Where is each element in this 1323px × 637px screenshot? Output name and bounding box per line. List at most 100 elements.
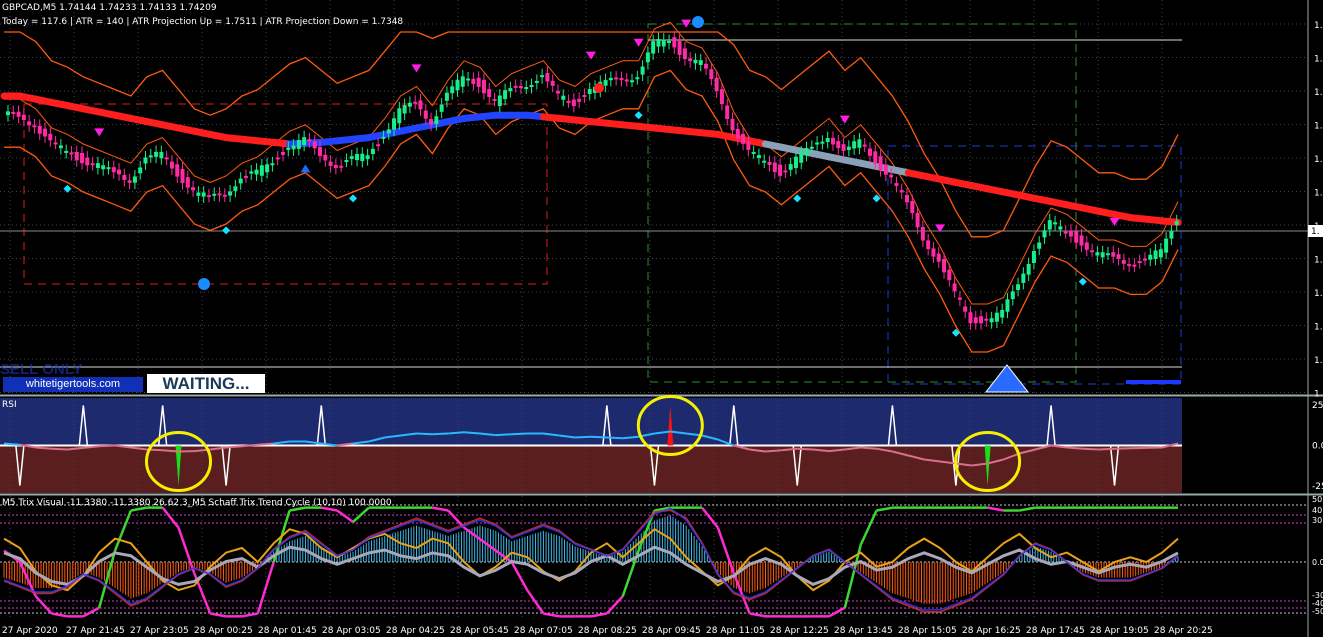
- candle: [360, 153, 365, 162]
- candle: [254, 169, 259, 175]
- candle: [185, 177, 190, 188]
- candle: [450, 86, 455, 94]
- candle: [783, 170, 788, 173]
- candle: [74, 151, 79, 161]
- candle: [524, 87, 529, 90]
- time-tick-label: 28 Apr 13:45: [834, 626, 893, 636]
- time-tick-label: 28 Apr 01:45: [258, 626, 317, 636]
- candle: [693, 59, 698, 64]
- candle: [1132, 264, 1137, 267]
- candle: [545, 72, 550, 82]
- candle: [772, 162, 777, 173]
- candle: [1010, 291, 1015, 300]
- candle: [169, 161, 174, 169]
- candle: [407, 102, 412, 107]
- candle: [1026, 264, 1031, 275]
- time-tick-label: 28 Apr 20:25: [1154, 626, 1213, 636]
- candle: [381, 136, 386, 139]
- time-tick-label: 27 Apr 23:05: [130, 626, 189, 636]
- trading-chart[interactable]: 1.1.1.1.1.1.1.1.1.1.1.1.1.250.0-25504030…: [0, 0, 1323, 637]
- candle: [709, 69, 714, 80]
- candle: [455, 79, 460, 91]
- candle: [714, 77, 719, 92]
- candle: [222, 194, 227, 197]
- candle: [603, 80, 608, 86]
- candle: [180, 168, 185, 184]
- candle: [799, 152, 804, 163]
- candle: [1090, 250, 1095, 253]
- candle: [127, 180, 132, 183]
- candle: [1121, 260, 1126, 264]
- rsi-line-segment: [99, 444, 116, 448]
- price-tick-label: 1.: [1314, 88, 1323, 98]
- candle: [830, 137, 835, 145]
- candle: [825, 138, 830, 143]
- candle: [386, 129, 391, 134]
- candle: [259, 165, 264, 176]
- time-tick-label: 28 Apr 15:05: [898, 626, 957, 636]
- candle: [196, 192, 201, 196]
- current-price-label: 1.: [1311, 227, 1320, 237]
- candle: [1042, 230, 1047, 238]
- candle: [487, 89, 492, 97]
- candle: [1111, 252, 1116, 257]
- candle: [577, 98, 582, 102]
- rsi-line-segment: [51, 447, 68, 451]
- brand-link[interactable]: whitetigertools.com: [3, 377, 143, 392]
- rsi-line-segment: [226, 445, 243, 449]
- candle: [841, 144, 846, 151]
- price-tick-label: 1.: [1314, 356, 1323, 366]
- candle: [1005, 299, 1010, 312]
- candle: [1037, 242, 1042, 249]
- candle: [27, 121, 32, 126]
- candle: [656, 39, 661, 47]
- candle: [640, 66, 645, 75]
- time-tick-label: 28 Apr 00:25: [194, 626, 253, 636]
- rsi-line-segment: [257, 442, 274, 446]
- candle: [355, 154, 360, 161]
- candle: [101, 165, 106, 170]
- time-tick-label: 28 Apr 11:05: [706, 626, 765, 636]
- candle: [725, 105, 730, 120]
- candle: [333, 164, 338, 168]
- candle: [21, 114, 26, 120]
- candle: [566, 100, 571, 103]
- candle: [894, 183, 899, 186]
- candle: [413, 101, 418, 104]
- candle: [867, 148, 872, 156]
- candle: [1164, 238, 1169, 253]
- candle: [534, 80, 539, 84]
- candle: [651, 41, 656, 54]
- candle: [926, 240, 931, 250]
- candle: [164, 157, 169, 160]
- candle: [1169, 231, 1174, 239]
- candle: [952, 283, 957, 292]
- candle: [1142, 258, 1147, 261]
- target-bar: [1126, 380, 1181, 384]
- candle: [191, 187, 196, 191]
- candle: [1100, 252, 1105, 258]
- candle: [111, 167, 116, 173]
- price-tick-label: 1.: [1314, 21, 1323, 31]
- trix-axis-label: 50: [1312, 495, 1322, 504]
- candle: [143, 157, 148, 164]
- price-tick-label: 1.: [1314, 55, 1323, 65]
- candle: [984, 318, 989, 321]
- candle: [1158, 249, 1163, 258]
- candle: [1105, 253, 1110, 256]
- candle: [1127, 264, 1132, 267]
- rsi-line-segment: [590, 435, 607, 439]
- candle: [249, 171, 254, 174]
- trix-axis-label: 30: [1312, 516, 1322, 525]
- time-tick-label: 27 Apr 21:45: [66, 626, 125, 636]
- candle: [587, 88, 592, 95]
- candle: [80, 152, 85, 164]
- candle: [989, 318, 994, 323]
- candle: [175, 164, 180, 177]
- candle: [1047, 220, 1052, 230]
- candle: [1000, 309, 1005, 318]
- candle: [899, 190, 904, 193]
- candle: [957, 297, 962, 300]
- candle: [90, 163, 95, 166]
- candle: [614, 77, 619, 80]
